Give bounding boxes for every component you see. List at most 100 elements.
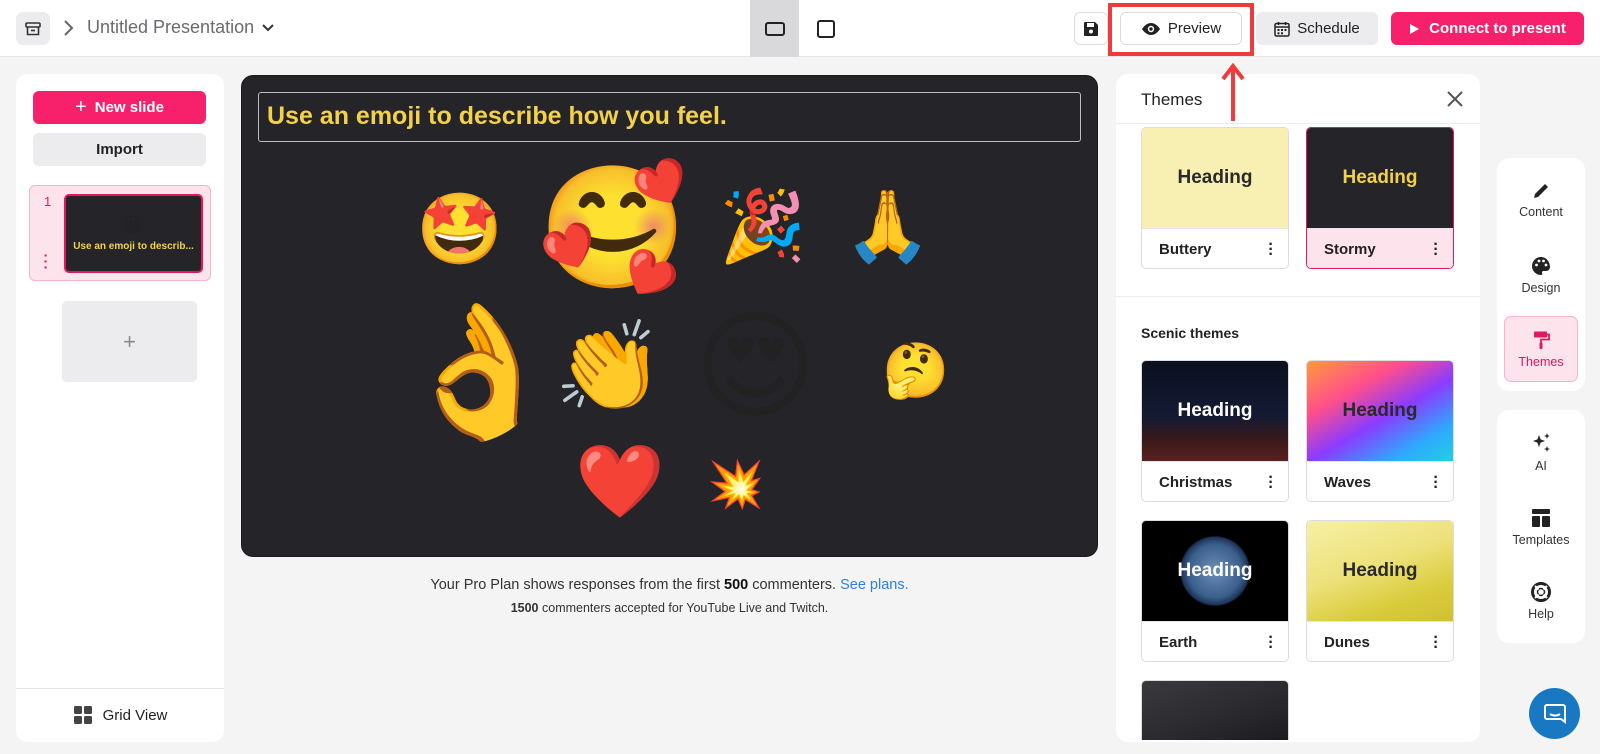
import-button[interactable]: Import (33, 133, 206, 166)
square-icon (816, 19, 835, 38)
commenters-text: commenters accepted for YouTube Live and… (538, 601, 829, 615)
theme-name: Buttery (1159, 241, 1212, 258)
content-tool-label: Content (1519, 204, 1563, 219)
theme-label-row: Christmas · · · (1142, 461, 1288, 501)
theme-card-christmas[interactable]: Heading Christmas · · · (1141, 360, 1289, 502)
presentation-title-text: Untitled Presentation (87, 17, 255, 37)
theme-label-row: Waves · · · (1307, 461, 1453, 501)
star-struck-emoji: 🤩 (416, 190, 504, 268)
see-plans-link[interactable]: See plans. (840, 577, 909, 593)
theme-card-dunes[interactable]: Heading Dunes · · · (1306, 520, 1454, 662)
themes-header: Themes (1116, 74, 1480, 124)
schedule-button[interactable]: Schedule (1256, 12, 1378, 45)
slide-list-item[interactable]: 1 · · · 😀 Use an emoji to describ... (29, 185, 211, 281)
theme-card-partial[interactable] (1141, 680, 1289, 740)
themes-tool-label: Themes (1518, 354, 1564, 369)
collision-emoji: 💥 (707, 458, 765, 510)
connect-to-present-button[interactable]: Connect to present (1391, 12, 1584, 45)
new-slide-label: New slide (94, 99, 164, 116)
connect-label: Connect to present (1429, 20, 1566, 37)
editor-tools: Content Design Themes (1497, 158, 1585, 391)
theme-card-earth[interactable]: Heading Earth · · · (1141, 520, 1289, 662)
save-button[interactable] (1074, 12, 1108, 45)
theme-card-stormy[interactable]: Heading Stormy · · · (1306, 127, 1454, 269)
pencil-icon (1534, 183, 1548, 198)
more-options-icon[interactable]: · · · (1433, 470, 1439, 496)
sparkles-icon (1533, 432, 1550, 452)
templates-tool[interactable]: Templates (1504, 494, 1578, 560)
help-tool-label: Help (1528, 606, 1554, 621)
more-options-icon[interactable]: · · · (1268, 470, 1274, 496)
theme-preview: Heading (1307, 361, 1453, 461)
more-options-icon[interactable]: · · · (1268, 630, 1274, 656)
theme-preview: Heading (1142, 521, 1288, 621)
theme-heading: Heading (1177, 167, 1253, 188)
theme-card-buttery[interactable]: Heading Buttery · · · (1141, 127, 1289, 269)
ai-tool[interactable]: AI (1504, 419, 1578, 485)
close-icon[interactable] (1445, 89, 1465, 109)
theme-heading: Heading (1342, 400, 1418, 421)
help-tool[interactable]: Help (1504, 568, 1578, 634)
theme-name: Dunes (1324, 634, 1370, 651)
theme-card-waves[interactable]: Heading Waves · · · (1306, 360, 1454, 502)
theme-label-row: Dunes · · · (1307, 621, 1453, 661)
more-options-icon[interactable]: · · · (1433, 237, 1439, 263)
slide-number: 1 (44, 194, 52, 209)
theme-heading: Heading (1342, 560, 1418, 581)
theme-preview: Heading (1142, 128, 1288, 228)
more-options-icon[interactable]: · · · (1433, 630, 1439, 656)
chat-support-button[interactable] (1529, 688, 1580, 739)
themes-tool[interactable]: Themes (1504, 316, 1578, 382)
save-icon (1084, 21, 1098, 36)
slide-canvas[interactable]: Use an emoji to describe how you feel. 🤩… (241, 75, 1098, 557)
scenic-themes-title: Scenic themes (1141, 325, 1240, 341)
plus-icon: + (75, 96, 87, 118)
widescreen-layout-button[interactable] (750, 0, 799, 57)
extra-tools: AI Templates Help (1497, 410, 1585, 643)
chat-icon (1543, 703, 1566, 724)
theme-heading: Heading (1177, 400, 1253, 421)
commenters-notice: 1500 commenters accepted for YouTube Liv… (241, 601, 1098, 615)
square-layout-button[interactable] (801, 0, 850, 57)
play-icon (1410, 23, 1420, 34)
theme-preview: Heading (1142, 361, 1288, 461)
heart-eyes-emoji: 😍 (694, 301, 818, 433)
slide-options-icon[interactable]: · · · (42, 248, 50, 274)
add-slide-button[interactable]: + (62, 301, 197, 382)
archive-icon (25, 21, 41, 35)
thumbnail-text: Use an emoji to describ... (73, 241, 194, 252)
theme-heading: Heading (1342, 167, 1418, 188)
theme-name: Christmas (1159, 474, 1233, 491)
more-options-icon[interactable]: · · · (1268, 237, 1274, 263)
home-button[interactable] (16, 12, 50, 45)
theme-name: Earth (1159, 634, 1198, 651)
ok-hand-emoji: 👌 (398, 298, 560, 444)
slide-title-field[interactable]: Use an emoji to describe how you feel. (258, 92, 1081, 142)
schedule-label: Schedule (1297, 20, 1360, 37)
widescreen-icon (764, 21, 785, 36)
ai-tool-label: AI (1535, 458, 1547, 473)
commenters-count: 1500 (510, 601, 539, 615)
grid-view-label: Grid View (102, 706, 168, 724)
import-label: Import (96, 141, 143, 158)
presentation-title[interactable]: Untitled Presentation (87, 17, 274, 38)
slide-title: Use an emoji to describe how you feel. (267, 102, 727, 130)
new-slide-button[interactable]: + New slide (33, 91, 206, 124)
themes-title: Themes (1141, 90, 1203, 109)
plan-notice-count: 500 (724, 577, 749, 593)
paint-roller-icon (1534, 331, 1550, 349)
grid-view-button[interactable]: Grid View (16, 702, 224, 728)
theme-preview: Heading (1307, 521, 1453, 621)
add-slide-plus: + (123, 328, 136, 354)
annotation-arrow (1221, 63, 1245, 121)
thumbnail-emoji: 😀 (123, 215, 144, 237)
plan-notice-prefix: Your Pro Plan shows responses from the f… (430, 577, 725, 593)
theme-name: Waves (1324, 474, 1371, 491)
content-tool[interactable]: Content (1504, 167, 1578, 233)
clapping-hands-emoji: 👏 (554, 317, 664, 416)
theme-heading: Heading (1177, 560, 1253, 581)
design-tool[interactable]: Design (1504, 242, 1578, 308)
slide-thumbnail: 😀 Use an emoji to describ... (64, 194, 203, 273)
theme-name: Stormy (1324, 241, 1376, 258)
calendar-icon (1274, 21, 1290, 37)
